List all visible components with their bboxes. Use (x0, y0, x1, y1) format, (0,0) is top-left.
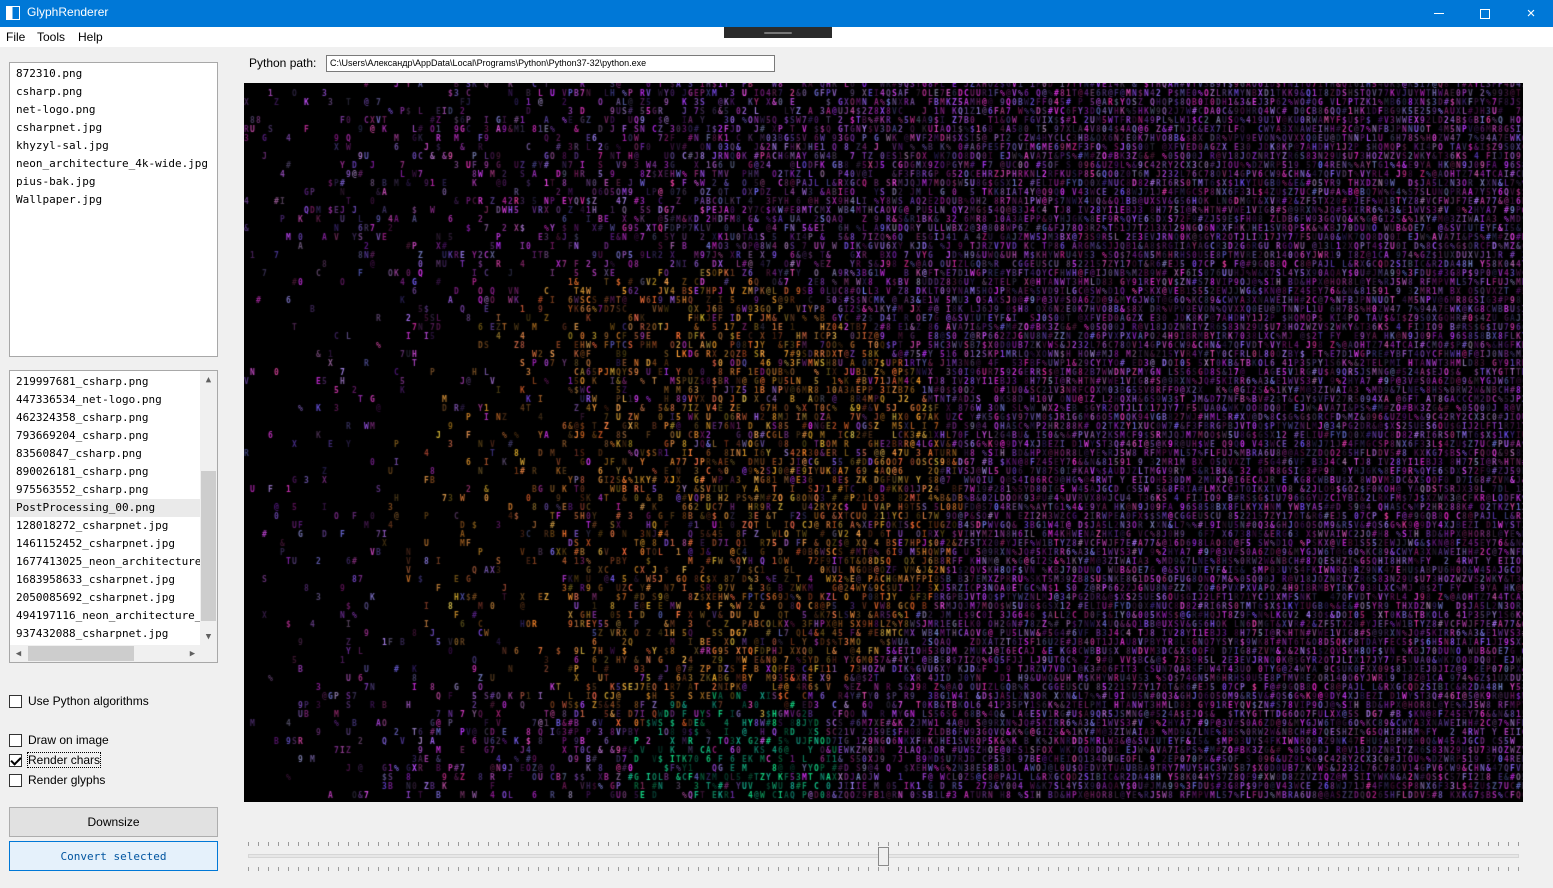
use-python-checkbox[interactable]: Use Python algorithms (9, 692, 149, 710)
glyph-render-preview (244, 83, 1523, 802)
output-file-list[interactable]: 219997681_csharp.png 447336534_net-logo.… (9, 370, 218, 663)
list-item[interactable]: 1677413025_neon_architecture (10, 553, 217, 571)
scrollbar-thumb[interactable] (28, 646, 134, 661)
maximize-button[interactable] (1462, 0, 1508, 27)
menu-file[interactable]: File (6, 30, 25, 44)
checkbox-label: Use Python algorithms (28, 694, 149, 708)
scroll-left-icon[interactable]: ◀ (10, 645, 27, 662)
list-item[interactable]: khyzyl-sal.jpg (10, 137, 217, 155)
checkbox-label: Render chars (26, 752, 102, 768)
render-glyphs-checkbox[interactable]: Render glyphs (9, 771, 105, 789)
list-item[interactable]: 128018272_csharpnet.jpg (10, 517, 217, 535)
scroll-down-icon[interactable]: ▼ (200, 628, 217, 645)
list-item-selected[interactable]: PostProcessing_00.png (10, 499, 217, 517)
list-item[interactable]: csharpnet.jpg (10, 119, 217, 137)
minimize-button[interactable] (1416, 0, 1462, 27)
drag-handle[interactable] (724, 27, 832, 38)
maximize-icon (1480, 8, 1490, 19)
scrollbar-thumb[interactable] (201, 471, 216, 621)
checkbox-label: Draw on image (28, 733, 109, 747)
menu-tools[interactable]: Tools (37, 30, 65, 44)
list-item[interactable]: 793669204_csharp.png (10, 427, 217, 445)
source-file-list[interactable]: 872310.png csharp.png net-logo.png cshar… (9, 62, 218, 357)
checkbox-box[interactable] (9, 694, 22, 708)
list-item[interactable]: 872310.png (10, 65, 217, 83)
list-item[interactable]: csharp.png (10, 83, 217, 101)
downsize-button[interactable]: Downsize (9, 807, 218, 837)
zoom-slider[interactable] (248, 838, 1519, 874)
slider-ticks (248, 867, 1519, 871)
list-item[interactable]: 83560847_csharp.png (10, 445, 217, 463)
list-item[interactable]: net-logo.png (10, 101, 217, 119)
checkbox-box-checked[interactable] (9, 753, 22, 767)
vertical-scrollbar[interactable]: ▲ ▼ (200, 371, 217, 645)
list-item[interactable]: 462324358_csharp.png (10, 409, 217, 427)
draw-on-image-checkbox[interactable]: Draw on image (9, 731, 109, 749)
list-item[interactable]: 219997681_csharp.png (10, 373, 217, 391)
slider-ticks (248, 842, 1519, 846)
slider-thumb[interactable] (878, 847, 889, 866)
title-bar: GlyphRenderer × (0, 0, 1553, 27)
list-item[interactable]: 447336534_net-logo.png (10, 391, 217, 409)
checkbox-label: Render glyphs (28, 773, 106, 787)
list-item[interactable]: 494197116_neon_architecture_ (10, 607, 217, 625)
convert-selected-button[interactable]: Convert selected (9, 841, 218, 871)
scroll-right-icon[interactable]: ▶ (184, 645, 201, 662)
list-item[interactable]: 1683958633_csharpnet.jpg (10, 571, 217, 589)
list-item[interactable]: 2050085692_csharpnet.jpg (10, 589, 217, 607)
window-title: GlyphRenderer (27, 5, 109, 19)
list-item[interactable]: neon_architecture_4k-wide.jpg (10, 155, 217, 173)
close-icon: × (1526, 5, 1536, 22)
glyph-art-image (244, 83, 1523, 802)
checkbox-box[interactable] (9, 773, 22, 787)
checkbox-box[interactable] (9, 733, 22, 747)
python-path-input[interactable]: C:\Users\Александр\AppData\Local\Program… (326, 55, 775, 72)
list-item[interactable]: 975563552_csharp.png (10, 481, 217, 499)
menu-help[interactable]: Help (78, 30, 103, 44)
list-item[interactable]: Wallpaper.jpg (10, 191, 217, 209)
list-item[interactable]: pius-bak.jpg (10, 173, 217, 191)
render-chars-checkbox[interactable]: Render chars (9, 751, 102, 769)
close-button[interactable]: × (1508, 0, 1553, 27)
scroll-up-icon[interactable]: ▲ (200, 371, 217, 388)
minimize-icon (1434, 13, 1444, 14)
list-item[interactable]: 1461152452_csharpnet.jpg (10, 535, 217, 553)
python-path-label: Python path: (249, 56, 317, 70)
list-item[interactable]: 890026181_csharp.png (10, 463, 217, 481)
app-icon (6, 6, 20, 20)
horizontal-scrollbar[interactable]: ◀ ▶ (10, 645, 217, 662)
list-item[interactable]: 937432088_csharpnet.jpg (10, 625, 217, 643)
